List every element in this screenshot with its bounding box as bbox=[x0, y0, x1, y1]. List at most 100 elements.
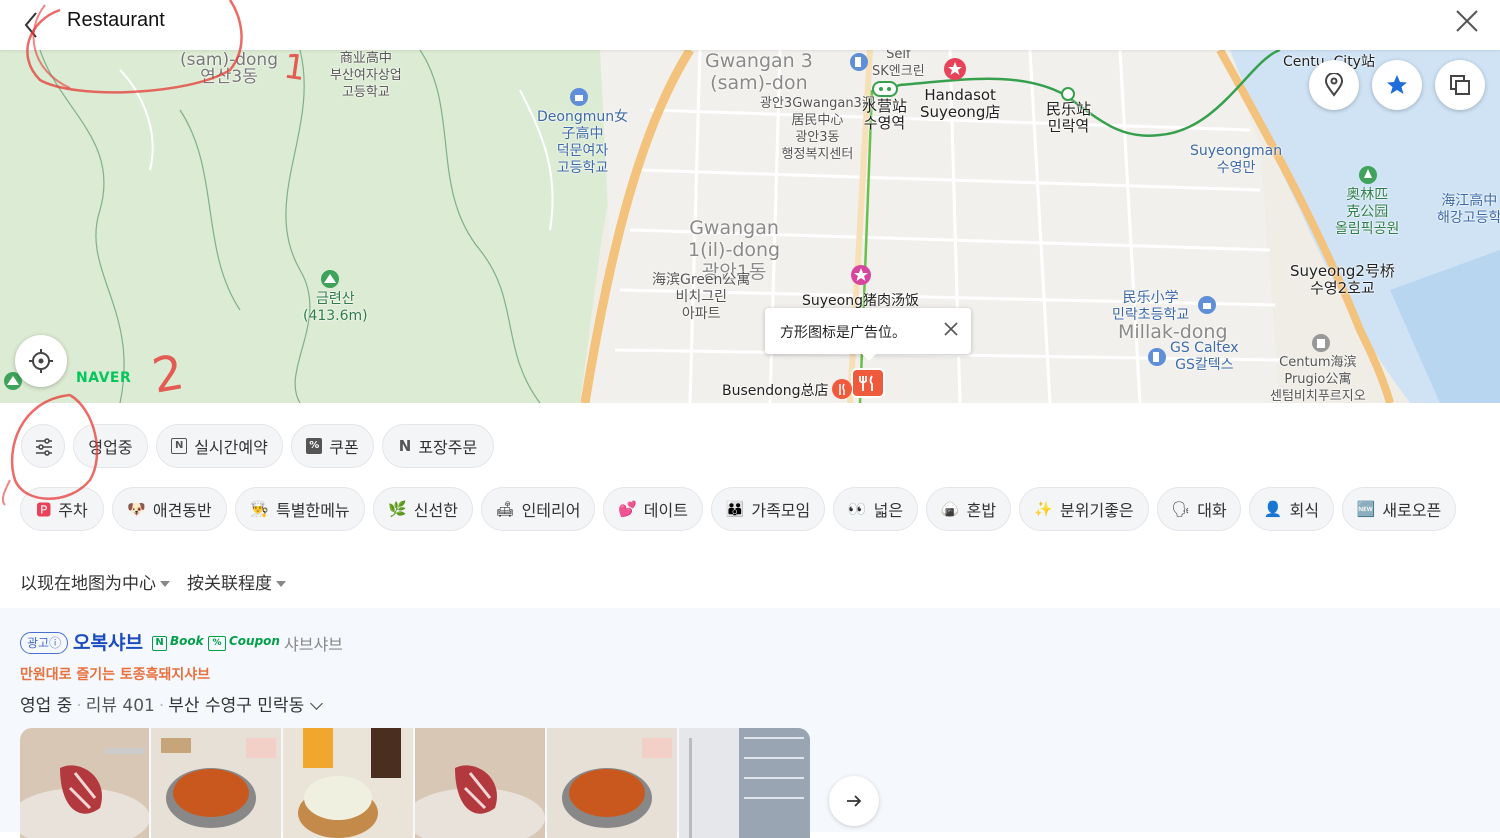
chip-label: 넓은 bbox=[873, 501, 904, 520]
food-photo[interactable] bbox=[283, 728, 413, 838]
naver-logo: NAVER bbox=[76, 370, 132, 386]
chip-date[interactable]: 💕 데이트 bbox=[603, 487, 703, 531]
arrow-right-icon bbox=[847, 795, 862, 807]
storefront-photo[interactable] bbox=[679, 728, 810, 838]
page-title: Restaurant bbox=[67, 9, 165, 31]
new-icon: 🆕 bbox=[1356, 500, 1376, 518]
chip-label: 새로오픈 bbox=[1382, 501, 1442, 520]
chip-spacious[interactable]: 👀 넓은 bbox=[833, 487, 918, 531]
restaurant-location[interactable]: 부산 수영구 민락동 bbox=[168, 696, 304, 716]
food-photo[interactable] bbox=[151, 728, 281, 838]
chip-open-now[interactable]: 영업중 bbox=[73, 424, 148, 468]
star-icon bbox=[1387, 75, 1407, 94]
book-badge: N Book bbox=[152, 634, 204, 651]
chip-conversation[interactable]: 🗣 대화 bbox=[1157, 487, 1241, 531]
hearts-icon: 💕 bbox=[618, 500, 637, 518]
map-pin-icon bbox=[1324, 73, 1344, 97]
food-photo[interactable] bbox=[20, 728, 149, 838]
ad-badge[interactable]: 광고ⓘ bbox=[20, 632, 69, 654]
chip-special-menu[interactable]: 👨‍🍳 특별한메뉴 bbox=[235, 487, 365, 531]
map-label: 民乐小学 민락초등학교 bbox=[1112, 290, 1190, 323]
restaurant-pin-icon[interactable] bbox=[830, 377, 854, 403]
food-photo[interactable] bbox=[547, 728, 677, 838]
food-photo[interactable] bbox=[415, 728, 545, 838]
chip-fresh[interactable]: 🌿 신선한 bbox=[373, 487, 473, 531]
map-label: Suyeong2号桥 수영2호교 bbox=[1290, 262, 1395, 297]
chip-atmosphere[interactable]: ✨ 분위기좋은 bbox=[1019, 487, 1149, 531]
subway-station-icon bbox=[1061, 87, 1075, 101]
school-pin-icon bbox=[570, 88, 588, 106]
chip-pet-friendly[interactable]: 🐶 애견동반 bbox=[112, 487, 227, 531]
map-label: 금련산 (413.6m) bbox=[303, 291, 368, 324]
chip-label: 대화 bbox=[1197, 501, 1227, 520]
chip-parking[interactable]: 🅿 주차 bbox=[20, 487, 104, 531]
parking-icon: 🅿 bbox=[36, 500, 52, 519]
map-label: Self SK엔크린 bbox=[872, 50, 925, 79]
family-icon: 👪 bbox=[725, 500, 745, 518]
sort-label: 以现在地图为中心 bbox=[20, 574, 156, 594]
map-label: Deongmun女 子高中 덕문여자 고등학교 bbox=[537, 109, 629, 176]
chip-label: 주차 bbox=[58, 501, 88, 520]
school-pin-icon bbox=[1198, 296, 1216, 314]
back-icon[interactable] bbox=[18, 8, 48, 42]
close-icon[interactable] bbox=[1452, 6, 1482, 36]
layers-button[interactable] bbox=[1435, 60, 1485, 110]
park-pin-icon bbox=[1359, 166, 1377, 184]
ad-info-popup: 方形图标是广告位。 bbox=[765, 308, 971, 361]
chip-label: 실시간예약 bbox=[194, 438, 268, 457]
review-count[interactable]: 리뷰 401 bbox=[86, 696, 155, 716]
next-photos-button[interactable] bbox=[829, 776, 879, 826]
rice-ball-icon: 🍙 bbox=[940, 500, 960, 518]
current-location-button[interactable] bbox=[15, 335, 67, 387]
popup-text: 方形图标是广告位。 bbox=[780, 325, 906, 341]
speaking-head-icon: 🗣 bbox=[1171, 500, 1191, 518]
star-pin-icon[interactable] bbox=[848, 262, 874, 288]
naver-booking-icon: N bbox=[152, 636, 167, 651]
chip-label: 신선한 bbox=[413, 501, 458, 520]
sort-relevance-dropdown[interactable]: 按关联程度 bbox=[187, 569, 286, 594]
open-status: 영업 중 bbox=[20, 696, 73, 716]
map-label: 海滨Green公寓 비치그린 아파트 bbox=[652, 272, 751, 322]
chip-realtime-booking[interactable]: N 실시간예약 bbox=[156, 424, 283, 468]
restaurant-meta: 영업 중 · 리뷰 401 · 부산 수영구 민락동 bbox=[20, 691, 324, 716]
chip-solo-dining[interactable]: 🍙 혼밥 bbox=[926, 487, 1011, 531]
restaurant-pin-icon[interactable] bbox=[850, 367, 886, 401]
restaurant-name[interactable]: 오복샤브 bbox=[73, 628, 143, 655]
chip-company-dinner[interactable]: 👤 회식 bbox=[1249, 487, 1334, 531]
chip-coupon[interactable]: % 쿠폰 bbox=[291, 424, 374, 468]
caret-down-icon bbox=[160, 581, 170, 587]
leaf-icon: 🌿 bbox=[388, 500, 407, 518]
chip-label: 혼밥 bbox=[966, 501, 997, 520]
sort-map-center-dropdown[interactable]: 以现在地图为中心 bbox=[20, 569, 170, 594]
filter-button[interactable] bbox=[21, 424, 65, 468]
naver-booking-icon: N bbox=[171, 438, 188, 454]
result-card[interactable]: 광고ⓘ 오복샤브 N Book % Coupon 샤브샤브 만원대로 즐기는 토종흑… bbox=[0, 608, 1500, 838]
map-view[interactable]: (sam)-dong 연산3동 商业高中 부산여자상업 고등학교 Gwangan… bbox=[0, 50, 1500, 403]
chevron-down-icon[interactable] bbox=[310, 697, 324, 710]
chip-label: 인테리어 bbox=[521, 501, 581, 520]
map-label: 水营站 수영역 bbox=[862, 97, 908, 132]
person-icon: 👤 bbox=[1263, 500, 1283, 518]
favorites-button[interactable] bbox=[1372, 60, 1422, 110]
map-label: Gwangan 3 (sam)-don bbox=[705, 50, 813, 94]
location-pin-button[interactable] bbox=[1309, 60, 1359, 110]
map-label: Busendong总店 bbox=[722, 383, 829, 399]
map-label: 海江高中 해강고등학 bbox=[1437, 193, 1500, 226]
eyes-icon: 👀 bbox=[847, 500, 867, 518]
book-label: Book bbox=[170, 634, 204, 648]
gas-station-pin-icon bbox=[850, 53, 868, 71]
photo-strip[interactable] bbox=[20, 728, 810, 838]
chip-interior[interactable]: 🛋 인테리어 bbox=[481, 487, 595, 531]
star-pin-icon[interactable] bbox=[941, 56, 969, 84]
chip-new-open[interactable]: 🆕 새로오픈 bbox=[1342, 487, 1456, 531]
chip-family[interactable]: 👪 가족모임 bbox=[711, 487, 825, 531]
sparkles-icon: ✨ bbox=[1034, 500, 1054, 518]
sliders-icon bbox=[36, 438, 52, 456]
close-icon[interactable] bbox=[941, 319, 961, 339]
map-label: Centum海滨 Prugio公寓 센텀비치푸르지오 bbox=[1270, 355, 1366, 403]
map-label: 民乐站 민락역 bbox=[1046, 100, 1092, 135]
map-label: 商业高中 부산여자상업 고등학교 bbox=[330, 51, 402, 100]
chip-takeout[interactable]: N 포장주문 bbox=[382, 424, 494, 468]
apartment-pin-icon bbox=[1312, 334, 1330, 352]
map-label: 奥林匹 克公园 올림픽공원 bbox=[1335, 187, 1400, 237]
